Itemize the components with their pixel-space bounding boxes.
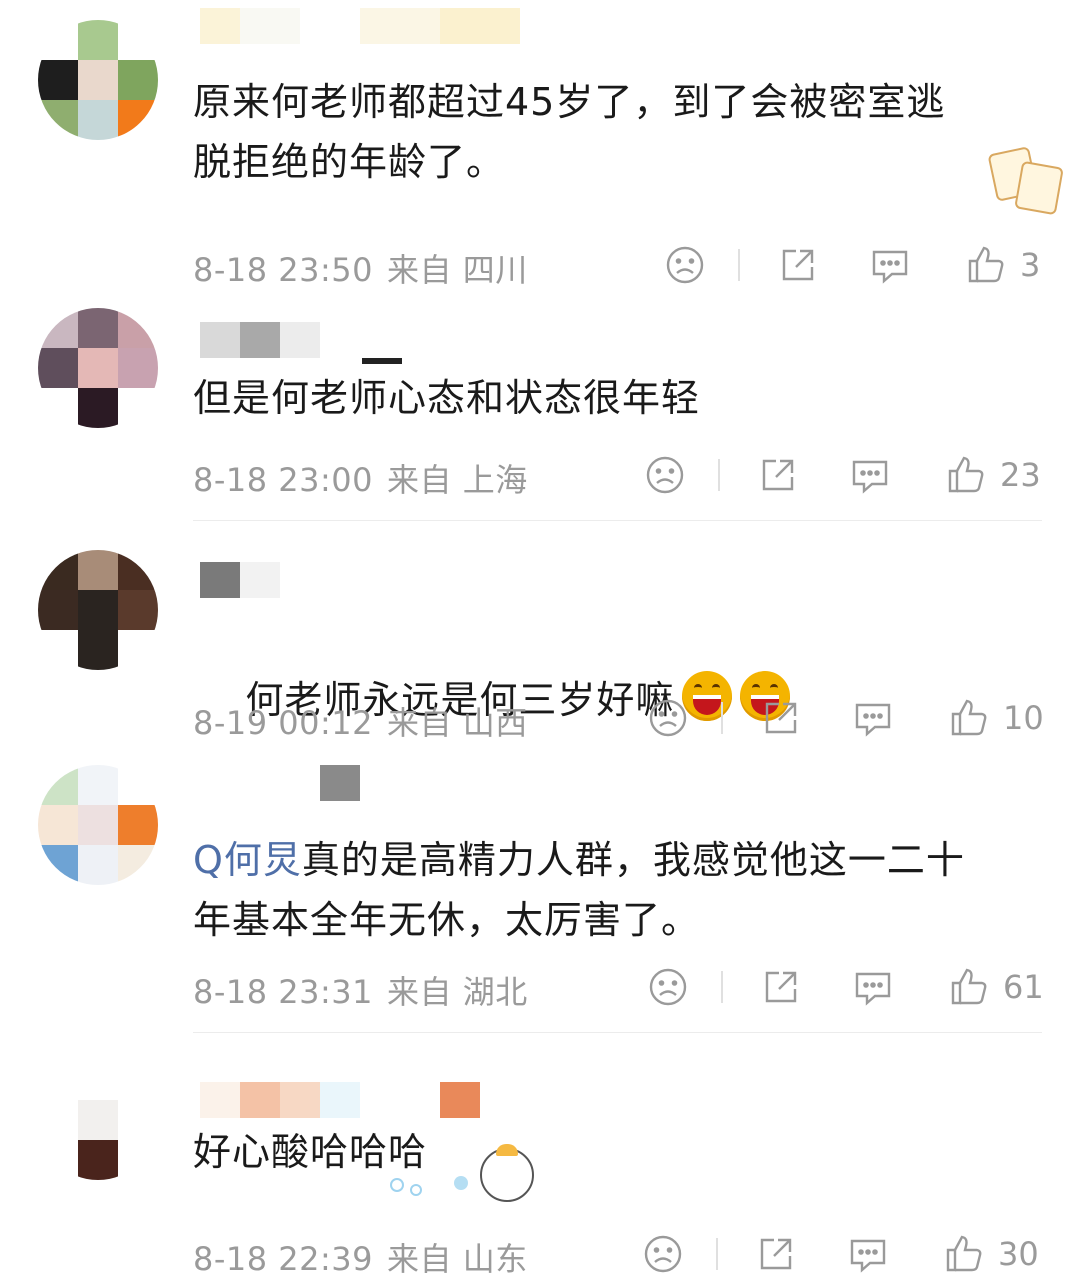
- like-count: 10: [1003, 699, 1044, 737]
- share-icon[interactable]: [759, 696, 803, 740]
- comment-time: 8-18 23:00: [193, 461, 374, 499]
- avatar[interactable]: [38, 20, 158, 140]
- comment-text: 好心酸哈哈哈: [193, 1130, 428, 1174]
- mention-link[interactable]: Q何炅: [193, 838, 302, 882]
- comment-meta: 8-18 23:50 来自 四川: [193, 245, 528, 291]
- comment-divider: [193, 520, 1042, 521]
- reply-icon[interactable]: [868, 243, 912, 287]
- username-blurred[interactable]: [200, 322, 400, 358]
- username-blurred[interactable]: [200, 8, 520, 44]
- comment-time: 8-18 23:50: [193, 251, 374, 289]
- share-icon[interactable]: [776, 243, 820, 287]
- comment-text: Q何炅真的是高精力人群，我感觉他这一二十 年基本全年无休，太厉害了。: [193, 830, 1023, 950]
- action-divider: [721, 702, 723, 734]
- reply-icon[interactable]: [846, 1232, 890, 1276]
- action-divider: [716, 1238, 718, 1270]
- comment-time: 8-19 00:12: [193, 704, 374, 742]
- dislike-icon[interactable]: [646, 965, 690, 1009]
- comment-text: 但是何老师心态和状态很年轻: [193, 376, 701, 420]
- username-blurred[interactable]: [200, 562, 280, 598]
- reply-icon[interactable]: [851, 965, 895, 1009]
- comment-actions: 23: [640, 453, 1060, 503]
- like-icon[interactable]: [942, 1232, 986, 1276]
- avatar[interactable]: [38, 1060, 158, 1180]
- share-icon[interactable]: [759, 965, 803, 1009]
- username-underline: [362, 358, 402, 364]
- avatar[interactable]: [38, 308, 158, 428]
- reply-icon[interactable]: [851, 696, 895, 740]
- action-divider: [718, 459, 720, 491]
- avatar[interactable]: [38, 550, 158, 670]
- share-icon[interactable]: [754, 1232, 798, 1276]
- comment-actions: 61: [643, 965, 1063, 1015]
- dislike-icon[interactable]: [646, 696, 690, 740]
- action-divider: [738, 249, 740, 281]
- comment-meta: 8-19 00:12 来自 山西: [193, 698, 528, 744]
- comment-location: 来自 四川: [387, 251, 528, 289]
- dislike-icon[interactable]: [643, 453, 687, 497]
- dislike-icon[interactable]: [663, 243, 707, 287]
- comment-meta: 8-18 22:39 来自 山东: [193, 1234, 528, 1280]
- like-count: 61: [1003, 968, 1044, 1006]
- comment-text: 原来何老师都超过45岁了，到了会被密室逃 脱拒绝的年龄了。: [193, 80, 946, 184]
- comment-time: 8-18 22:39: [193, 1240, 374, 1278]
- like-icon[interactable]: [947, 965, 991, 1009]
- comment-actions: 30: [638, 1232, 1058, 1282]
- like-count: 23: [1000, 456, 1041, 494]
- comment-location: 来自 山西: [387, 704, 528, 742]
- comment-location: 来自 上海: [387, 461, 528, 499]
- comment-location: 来自 湖北: [387, 973, 528, 1011]
- like-icon[interactable]: [944, 453, 988, 497]
- action-divider: [721, 971, 723, 1003]
- like-icon[interactable]: [964, 243, 1008, 287]
- comment-meta: 8-18 23:00 来自 上海: [193, 455, 528, 501]
- avatar[interactable]: [38, 765, 158, 885]
- comment-meta: 8-18 23:31 来自 湖北: [193, 967, 528, 1013]
- comment-divider: [193, 1032, 1042, 1033]
- username-blurred[interactable]: [200, 1082, 480, 1118]
- comment-text-content: 真的是高精力人群，我感觉他这一二十 年基本全年无休，太厉害了。: [193, 838, 965, 942]
- comment-actions: 3: [660, 243, 1060, 293]
- comment-time: 8-18 23:31: [193, 973, 374, 1011]
- like-count: 30: [998, 1235, 1039, 1273]
- comment-location: 来自 山东: [387, 1240, 528, 1278]
- like-icon[interactable]: [947, 696, 991, 740]
- reply-icon[interactable]: [848, 453, 892, 497]
- dislike-icon[interactable]: [641, 1232, 685, 1276]
- comment-actions: 10: [643, 696, 1063, 746]
- share-icon[interactable]: [756, 453, 800, 497]
- like-count: 3: [1020, 246, 1041, 284]
- cartoon-sticker: [390, 1140, 540, 1202]
- username-blurred[interactable]: [200, 765, 360, 801]
